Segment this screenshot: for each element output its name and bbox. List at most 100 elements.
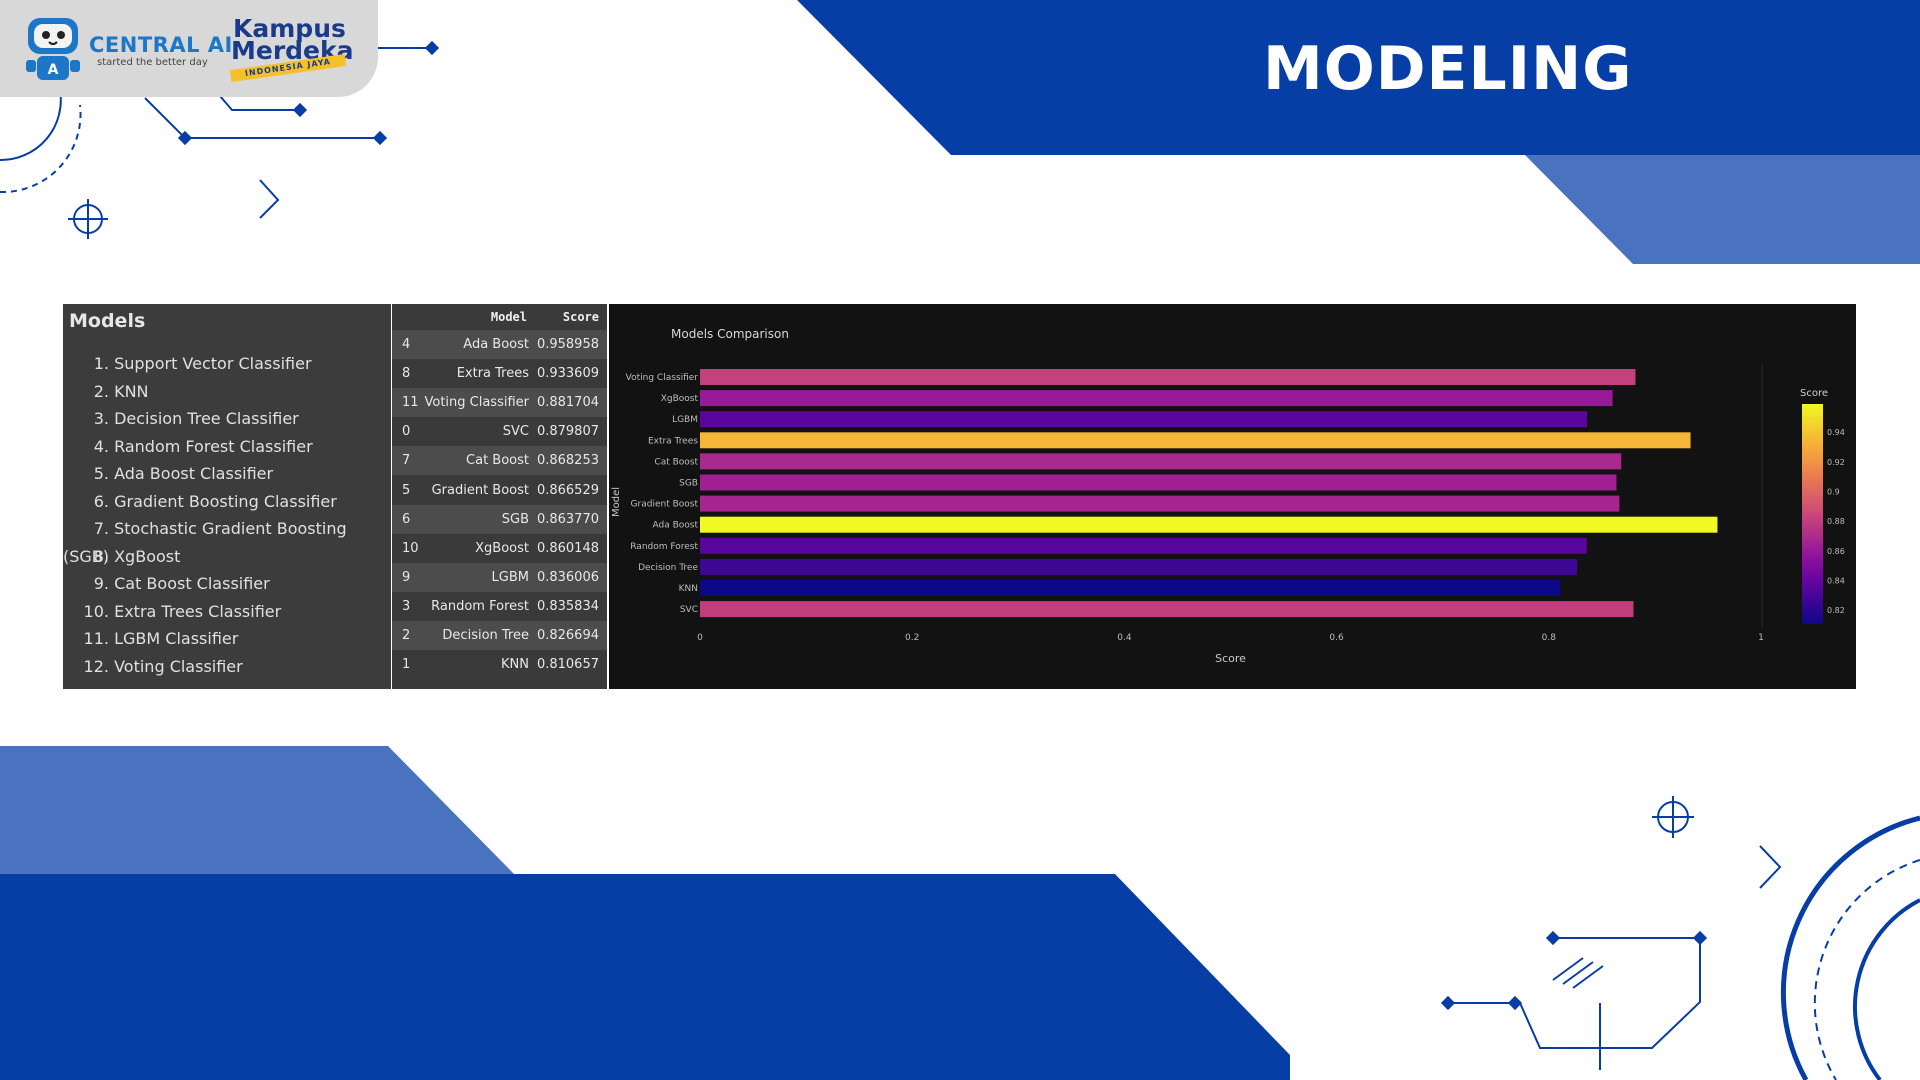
y-tick-label: Decision Tree xyxy=(638,563,698,573)
y-tick-label: SGB xyxy=(679,479,698,489)
row-score: 0.881704 xyxy=(536,395,599,411)
list-item-number: 7. xyxy=(93,519,109,538)
list-item-number: 4. xyxy=(93,436,109,456)
row-model: KNN xyxy=(501,657,529,673)
list-item: 10. Extra Trees Classifier xyxy=(63,598,391,626)
table-row: 5 Gradient Boost 0.866529 xyxy=(392,476,607,505)
x-axis-label: Score xyxy=(1215,652,1246,665)
list-item: 9. Cat Boost Classifier xyxy=(63,570,391,598)
table-row: 2 Decision Tree 0.826694 xyxy=(392,621,607,650)
y-axis-label: Model xyxy=(611,487,622,517)
x-tick-label: 0.4 xyxy=(1117,633,1132,643)
colorbar-tick-label: 0.86 xyxy=(1827,547,1845,556)
list-item-number: 10. xyxy=(83,601,109,621)
table-row: 8 Extra Trees 0.933609 xyxy=(392,359,607,388)
score-table: Model Score 4 Ada Boost 0.958958 8 Extra Tre… xyxy=(392,304,607,689)
row-index: 11 xyxy=(402,395,419,411)
list-item-number: 3. xyxy=(93,409,109,428)
chart-panel: Models Comparison Voting Classifier XgBoos… xyxy=(609,304,1856,689)
y-tick-label: KNN xyxy=(679,584,698,594)
bar xyxy=(700,516,1718,533)
list-item-label: Extra Trees Classifier xyxy=(114,601,282,621)
list-item: 12. Voting Classifier xyxy=(63,653,391,681)
models-comparison-chart: Models Comparison Voting Classifier XgBoos… xyxy=(611,327,1845,665)
models-list: 1. Support Vector Classifier 2. KNN 3. Dec… xyxy=(63,350,391,680)
list-item-label: KNN xyxy=(114,381,149,401)
brand-tagline: started the better day xyxy=(97,57,208,68)
row-index: 7 xyxy=(402,453,411,469)
list-item: 8. XgBoost xyxy=(63,543,391,571)
table-row: 0 SVC 0.879807 xyxy=(392,417,607,446)
colorbar-tick-label: 0.82 xyxy=(1827,606,1845,615)
row-index: 6 xyxy=(402,511,411,527)
bar xyxy=(700,432,1691,449)
row-model: Ada Boost xyxy=(463,337,529,352)
row-score: 0.866529 xyxy=(536,482,599,498)
list-item: 4. Random Forest Classifier xyxy=(63,433,391,461)
row-model: Gradient Boost xyxy=(431,482,529,498)
row-model: LGBM xyxy=(491,569,529,585)
bar xyxy=(700,601,1634,618)
row-index: 8 xyxy=(402,366,411,382)
list-item: 6. Gradient Boosting Classifier xyxy=(63,488,391,516)
bar xyxy=(700,411,1588,428)
x-tick-label: 1 xyxy=(1758,633,1764,643)
list-item-label: Gradient Boosting Classifier xyxy=(114,491,337,511)
table-row: 3 Random Forest 0.835834 xyxy=(392,592,607,621)
y-tick-label: Voting Classifier xyxy=(626,373,699,383)
list-item: 5. Ada Boost Classifier xyxy=(63,460,391,488)
models-panel: Models 1. Support Vector Classifier 2. KN… xyxy=(63,304,391,689)
y-tick-label: Cat Boost xyxy=(654,457,698,467)
x-tick-label: 0.8 xyxy=(1542,633,1557,643)
colorbar-title: Score xyxy=(1800,388,1828,399)
list-item: 11. LGBM Classifier xyxy=(63,625,391,653)
bar xyxy=(700,558,1578,575)
colorbar-tick-label: 0.94 xyxy=(1827,428,1845,437)
bar xyxy=(700,580,1561,596)
y-tick-label: Gradient Boost xyxy=(631,500,699,510)
models-panel-title: Models xyxy=(69,310,146,332)
list-item: 2. KNN xyxy=(63,378,391,406)
list-item-number: 1. xyxy=(93,354,109,373)
bar xyxy=(700,390,1613,407)
header-accent-shape xyxy=(1525,155,1920,264)
row-score: 0.826694 xyxy=(536,628,599,643)
table-row: 7 Cat Boost 0.868253 xyxy=(392,446,607,476)
logo-card: A CENTRAL AI started the better day Kamp… xyxy=(0,0,378,97)
table-row: 11 Voting Classifier 0.881704 xyxy=(392,388,607,418)
y-tick-label: Ada Boost xyxy=(653,521,699,531)
table-row: 10 XgBoost 0.860148 xyxy=(392,534,607,563)
row-model: Cat Boost xyxy=(466,453,529,469)
table-row: 6 SGB 0.863770 xyxy=(392,504,607,534)
row-index: 5 xyxy=(402,482,411,498)
list-item-number: 12. xyxy=(83,656,109,676)
colorbar-tick-label: 0.84 xyxy=(1827,576,1845,585)
x-tick-label: 0.6 xyxy=(1329,633,1344,643)
row-index: 2 xyxy=(402,628,411,643)
y-tick-label: SVC xyxy=(680,605,698,615)
row-model: Random Forest xyxy=(431,598,529,614)
column-header-score: Score xyxy=(562,310,599,324)
colorbar-tick-label: 0.92 xyxy=(1827,458,1845,467)
list-item: 1. Support Vector Classifier xyxy=(63,350,391,378)
row-score: 0.933609 xyxy=(536,366,599,382)
colorbar-tick-label: 0.9 xyxy=(1827,487,1840,496)
list-item-label: Ada Boost Classifier xyxy=(114,464,274,483)
bar xyxy=(700,453,1622,470)
bar xyxy=(700,369,1636,385)
row-model: Voting Classifier xyxy=(424,395,529,411)
list-item-label: XgBoost xyxy=(114,546,181,566)
y-tick-label: XgBoost xyxy=(661,394,699,404)
row-index: 1 xyxy=(402,657,411,673)
table-row: 4 Ada Boost 0.958958 xyxy=(392,330,607,359)
row-score: 0.863770 xyxy=(536,511,599,527)
footer-banner xyxy=(0,874,1290,1080)
list-item-number: 8. xyxy=(93,546,109,566)
row-score: 0.860148 xyxy=(536,540,599,556)
list-item-number: 11. xyxy=(83,629,109,648)
row-model: SVC xyxy=(502,424,529,440)
row-index: 10 xyxy=(402,540,419,556)
table-row: 1 KNN 0.810657 xyxy=(392,650,607,679)
list-item: 3. Decision Tree Classifier xyxy=(63,405,391,433)
list-item-label: Voting Classifier xyxy=(114,656,243,676)
